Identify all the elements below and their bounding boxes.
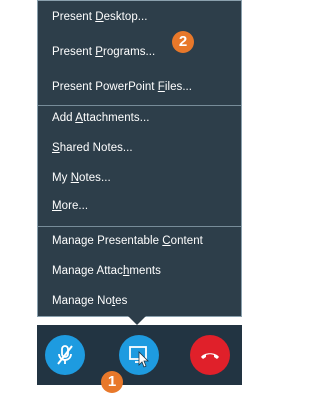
menu-item-text: Manage No — [52, 295, 112, 307]
menu-pointer-arrow — [128, 316, 146, 325]
microphone-muted-icon — [57, 345, 73, 365]
menu-item-access-key: D — [95, 11, 104, 23]
phone-hangup-icon — [201, 353, 219, 359]
present-content-button[interactable] — [119, 335, 159, 375]
present-screen-icon — [129, 346, 149, 368]
menu-item-text: Present — [52, 11, 96, 23]
menu-item-text: Present — [52, 46, 96, 58]
menu-item-text: ments — [129, 265, 161, 277]
menu-item-manage-attachments[interactable]: Manage Attachments — [52, 262, 161, 280]
menu-item-text: hared Notes... — [59, 142, 133, 154]
step-callout-1: 1 — [101, 371, 123, 393]
menu-item-shared-notes[interactable]: Shared Notes... — [52, 139, 133, 157]
menu-item-text: ore... — [61, 200, 89, 212]
meeting-toolbar — [37, 325, 242, 385]
step-callout-2: 2 — [172, 31, 194, 53]
menu-item-manage-presentable-content[interactable]: Manage Presentable Content — [52, 232, 203, 250]
menu-item-access-key: P — [95, 46, 103, 58]
menu-item-more[interactable]: More... — [52, 197, 88, 215]
menu-item-present-desktop[interactable]: Present Desktop... — [52, 8, 148, 26]
menu-item-access-key: S — [52, 142, 60, 154]
menu-item-add-attachments[interactable]: Add Attachments... — [52, 109, 149, 127]
menu-item-present-powerpoint-files[interactable]: Present PowerPoint Files... — [52, 78, 192, 96]
menu-item-text: es — [115, 295, 128, 307]
menu-separator — [38, 226, 241, 227]
menu-item-manage-notes[interactable]: Manage Notes — [52, 292, 127, 310]
present-menu: Present Desktop... Present Programs... P… — [37, 0, 242, 317]
menu-item-present-programs[interactable]: Present Programs... — [52, 43, 155, 61]
menu-item-text: Manage Attac — [52, 265, 123, 277]
mute-microphone-button[interactable] — [45, 335, 85, 375]
hang-up-button[interactable] — [190, 335, 230, 375]
menu-item-text: Manage Presentable — [52, 235, 163, 247]
menu-item-access-key: C — [162, 235, 171, 247]
menu-item-text: Add — [52, 112, 76, 124]
menu-item-my-notes[interactable]: My Notes... — [52, 169, 111, 187]
menu-item-text: ontent — [170, 235, 203, 247]
menu-item-text: esktop... — [103, 11, 148, 23]
menu-item-access-key: M — [52, 200, 62, 212]
menu-item-text: My — [52, 172, 71, 184]
menu-item-text: iles... — [164, 81, 193, 93]
menu-item-text: otes... — [79, 172, 111, 184]
menu-item-access-key: A — [75, 112, 83, 124]
menu-item-access-key: F — [157, 81, 165, 93]
menu-item-access-key: N — [70, 172, 80, 184]
menu-item-text: Present PowerPoint — [52, 81, 158, 93]
menu-item-text: ttachments... — [82, 112, 150, 124]
menu-separator — [38, 105, 241, 106]
menu-item-text: rograms... — [102, 46, 156, 58]
